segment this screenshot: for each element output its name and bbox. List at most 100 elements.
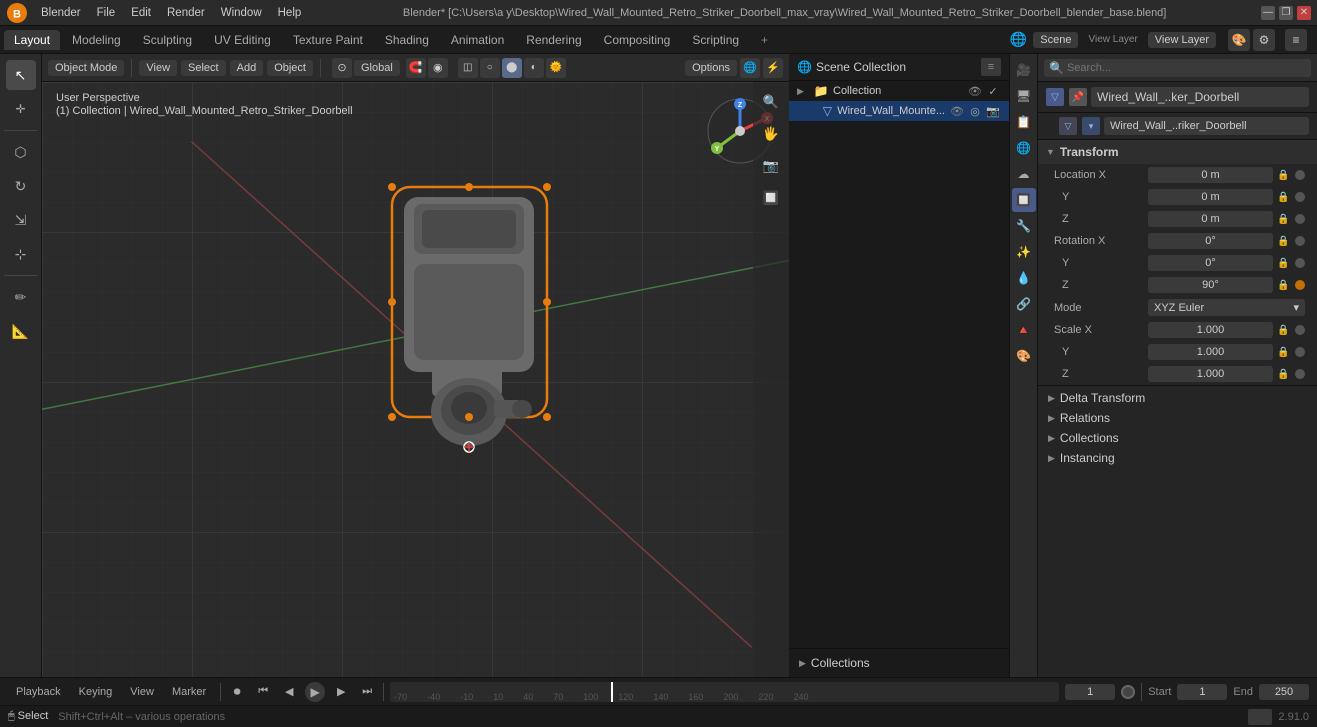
rotation-x-value[interactable]: 0° <box>1148 233 1273 249</box>
tab-compositing[interactable]: Compositing <box>594 30 681 50</box>
object-restrict-select[interactable]: ◎ <box>967 103 983 119</box>
annotate-tool[interactable]: ✏ <box>6 282 36 312</box>
scale-z-lock[interactable]: 🔒 <box>1277 369 1291 380</box>
menu-edit[interactable]: Edit <box>124 5 158 21</box>
measure-tool[interactable]: 📐 <box>6 316 36 346</box>
prop-tab-scene[interactable]: 🌐 <box>1012 136 1036 160</box>
rotation-mode-select[interactable]: XYZ Euler ▾ <box>1148 299 1305 316</box>
sub-obj-dropdown[interactable]: ▾ <box>1082 117 1100 135</box>
menu-blender[interactable]: Blender <box>34 5 88 21</box>
outliner-tree[interactable]: ▶ 📁 Collection 👁 ✓ ▽ Wired_Wall_Mounte..… <box>789 81 1009 648</box>
view-layer-dropdown[interactable]: View Layer <box>1148 32 1216 48</box>
location-z-keyframe[interactable] <box>1295 214 1305 224</box>
tab-texture-paint[interactable]: Texture Paint <box>283 30 373 50</box>
tab-modeling[interactable]: Modeling <box>62 30 131 50</box>
object-mode-dropdown[interactable]: Object Mode <box>48 60 124 76</box>
gizmos-btn[interactable]: 🌐 <box>740 58 760 78</box>
filter-icon-btn[interactable]: ≡ <box>1285 29 1307 51</box>
rotation-z-lock[interactable]: 🔒 <box>1277 280 1291 291</box>
object-vis-eye[interactable]: 👁 <box>949 103 965 119</box>
add-workspace-button[interactable]: + <box>751 30 778 50</box>
location-y-lock[interactable]: 🔒 <box>1277 192 1291 203</box>
tl-record-btn[interactable]: ⏺ <box>227 682 247 702</box>
zoom-in-btn[interactable]: 🔍 <box>757 88 785 116</box>
scale-z-keyframe[interactable] <box>1295 369 1305 379</box>
tl-prev-keyframe-btn[interactable]: ⏮ <box>253 682 273 702</box>
location-z-value[interactable]: 0 m <box>1148 211 1273 227</box>
rotation-y-lock[interactable]: 🔒 <box>1277 258 1291 269</box>
object-name-display[interactable]: Wired_Wall_..ker_Doorbell <box>1091 87 1309 107</box>
status-icon-btn[interactable] <box>1248 709 1272 725</box>
outliner-filter-btn[interactable]: ≡ <box>981 58 1001 76</box>
tree-item-object[interactable]: ▽ Wired_Wall_Mounte... 👁 ◎ 📷 <box>789 101 1009 121</box>
scale-x-lock[interactable]: 🔒 <box>1277 325 1291 336</box>
solid-btn[interactable]: ⬤ <box>502 58 522 78</box>
tab-layout[interactable]: Layout <box>4 30 60 50</box>
collections-section[interactable]: ▶ Collections <box>789 652 1009 674</box>
camera-btn[interactable]: 📷 <box>757 152 785 180</box>
tl-tab-keying[interactable]: Keying <box>71 684 121 700</box>
tab-animation[interactable]: Animation <box>441 30 514 50</box>
scene-name-badge[interactable]: Scene <box>1033 32 1078 48</box>
tab-uv-editing[interactable]: UV Editing <box>204 30 281 50</box>
move-tool[interactable]: ⬡ <box>6 137 36 167</box>
add-menu[interactable]: Add <box>230 60 264 76</box>
prop-tab-material[interactable]: 🎨 <box>1012 344 1036 368</box>
view-menu[interactable]: View <box>139 60 177 76</box>
menu-help[interactable]: Help <box>271 5 309 21</box>
properties-search[interactable]: 🔍 <box>1044 59 1311 77</box>
scale-y-keyframe[interactable] <box>1295 347 1305 357</box>
prop-tab-world[interactable]: ☁ <box>1012 162 1036 186</box>
transform-space-dropdown[interactable]: Global <box>354 60 400 76</box>
tab-rendering[interactable]: Rendering <box>516 30 591 50</box>
prop-tab-physics[interactable]: 💧 <box>1012 266 1036 290</box>
pin-icon[interactable]: 📌 <box>1069 88 1087 106</box>
transform-header[interactable]: ▼ Transform <box>1038 140 1317 164</box>
location-y-keyframe[interactable] <box>1295 192 1305 202</box>
object-restrict-render[interactable]: 📷 <box>985 103 1001 119</box>
menu-file[interactable]: File <box>90 5 123 21</box>
overlays-btn[interactable]: ⚡ <box>763 58 783 78</box>
close-button[interactable]: ✕ <box>1297 6 1311 20</box>
tl-next-frame-btn[interactable]: ▶ <box>331 682 351 702</box>
instancing-section[interactable]: ▶ Instancing <box>1046 448 1309 468</box>
material-preview-btn[interactable]: ◐ <box>524 58 544 78</box>
delta-transform-section[interactable]: ▶ Delta Transform <box>1046 388 1309 408</box>
snap-btn[interactable]: 🧲 <box>406 58 426 78</box>
maximize-button[interactable]: ❐ <box>1279 6 1293 20</box>
render-engine-btn[interactable]: ⚙ <box>1253 29 1275 51</box>
transform-pivot-btn[interactable]: ⊙ <box>332 58 352 78</box>
menu-window[interactable]: Window <box>214 5 269 21</box>
timeline-playhead[interactable] <box>611 682 613 702</box>
hand-tool-btn[interactable]: 🖐 <box>757 120 785 148</box>
select-tool[interactable]: ↖ <box>6 60 36 90</box>
scale-z-value[interactable]: 1.000 <box>1148 366 1273 382</box>
timeline-scrubber[interactable]: -70 -40 -10 10 40 70 100 120 140 160 200… <box>390 682 1059 702</box>
scale-tool[interactable]: ⇲ <box>6 205 36 235</box>
tl-tab-marker[interactable]: Marker <box>164 684 214 700</box>
tree-item-collection[interactable]: ▶ 📁 Collection 👁 ✓ <box>789 81 1009 101</box>
tab-shading[interactable]: Shading <box>375 30 439 50</box>
rotation-y-value[interactable]: 0° <box>1148 255 1273 271</box>
tl-tab-view[interactable]: View <box>122 684 162 700</box>
location-x-value[interactable]: 0 m <box>1148 167 1273 183</box>
tl-prev-frame-btn[interactable]: ◀ <box>279 682 299 702</box>
prop-tab-view-layer[interactable]: 📋 <box>1012 110 1036 134</box>
tl-play-btn[interactable]: ▶ <box>305 682 325 702</box>
start-frame-input[interactable]: 1 <box>1177 684 1227 700</box>
location-y-value[interactable]: 0 m <box>1148 189 1273 205</box>
scale-x-value[interactable]: 1.000 <box>1148 322 1273 338</box>
frame-dot[interactable] <box>1121 685 1135 699</box>
rotation-x-lock[interactable]: 🔒 <box>1277 236 1291 247</box>
minimize-button[interactable]: — <box>1261 6 1275 20</box>
select-menu[interactable]: Select <box>181 60 226 76</box>
rotation-z-keyframe[interactable] <box>1295 280 1305 290</box>
viewport-3d[interactable]: User Perspective (1) Collection | Wired_… <box>42 82 789 677</box>
engine-icon-btn[interactable]: 🎨 <box>1228 29 1250 51</box>
proportional-edit-btn[interactable]: ◉ <box>428 58 448 78</box>
prop-tab-modifier[interactable]: 🔧 <box>1012 214 1036 238</box>
end-frame-input[interactable]: 250 <box>1259 684 1309 700</box>
relations-section[interactable]: ▶ Relations <box>1046 408 1309 428</box>
tl-next-keyframe-btn[interactable]: ⏭ <box>357 682 377 702</box>
tl-tab-playback[interactable]: Playback <box>8 684 69 700</box>
